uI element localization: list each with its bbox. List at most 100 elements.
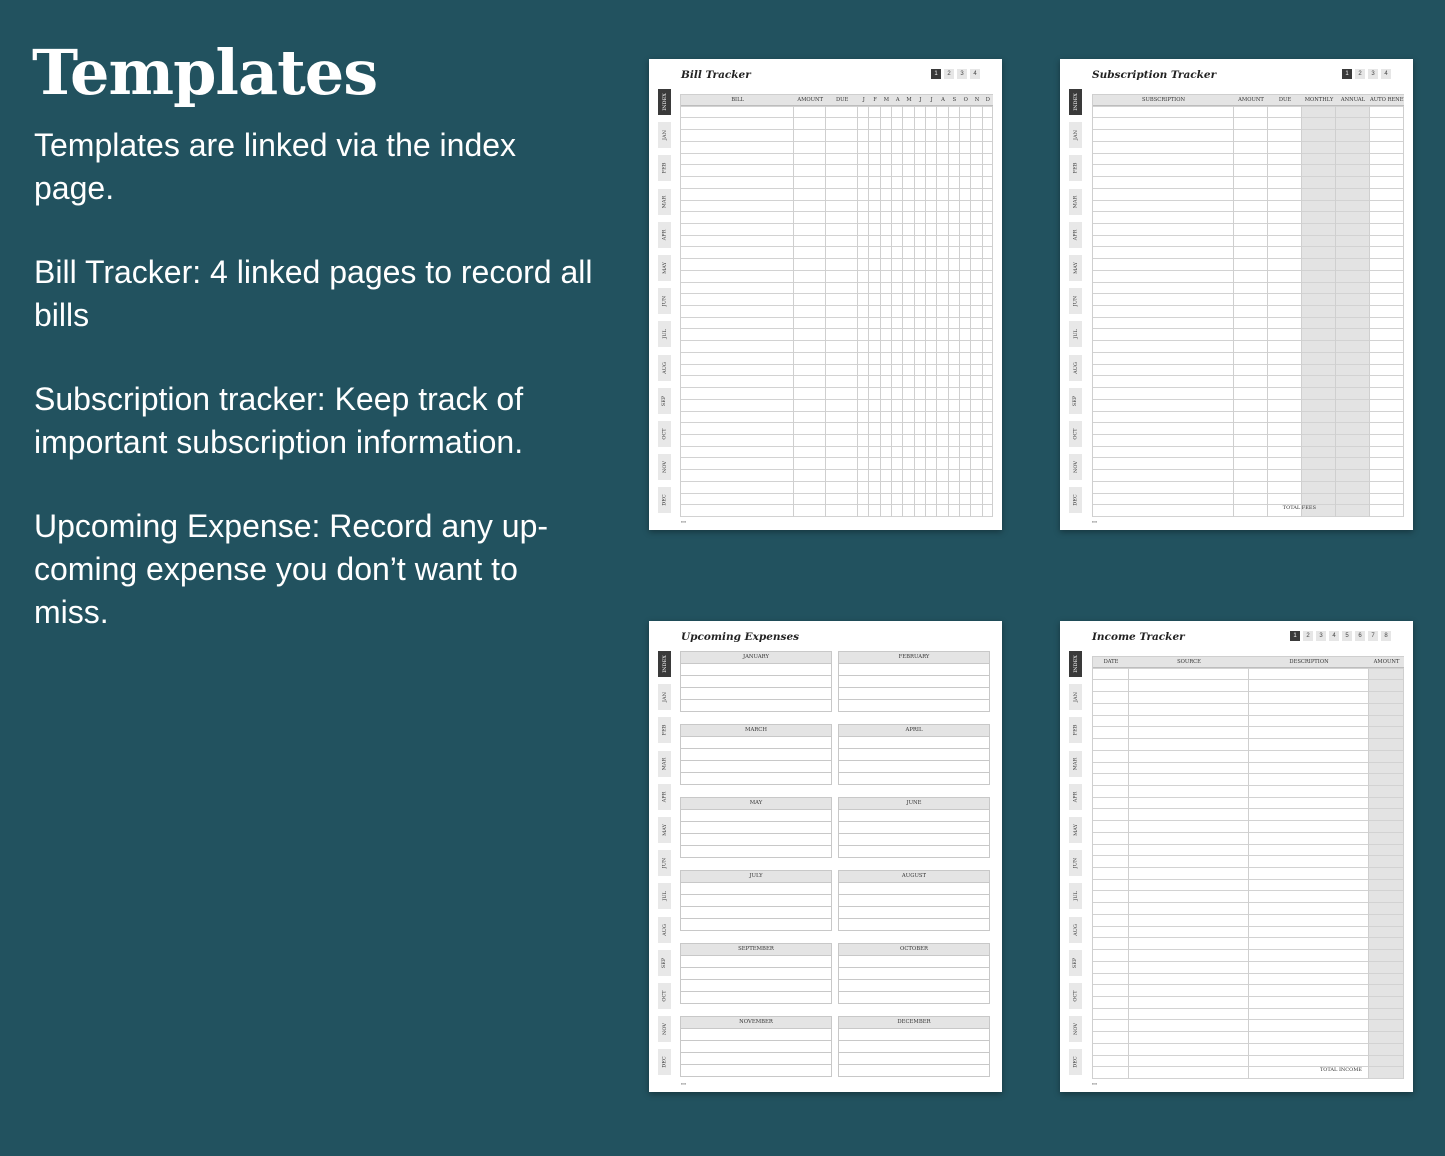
tab-may[interactable]: MAY xyxy=(658,255,671,281)
tab-aug[interactable]: AUG xyxy=(1069,916,1082,943)
tab-jun[interactable]: JUN xyxy=(1069,288,1082,315)
expense-line[interactable] xyxy=(680,822,832,834)
expense-line[interactable] xyxy=(680,737,832,749)
page-number-1[interactable]: 1 xyxy=(1342,69,1352,79)
expense-line[interactable] xyxy=(838,956,990,968)
expense-line[interactable] xyxy=(680,907,832,919)
expense-line[interactable] xyxy=(680,895,832,907)
page-number-2[interactable]: 2 xyxy=(1355,69,1365,79)
expense-line[interactable] xyxy=(680,1029,832,1041)
tab-may[interactable]: MAY xyxy=(1069,817,1082,843)
tab-nov[interactable]: NOV xyxy=(1069,454,1082,481)
tab-index[interactable]: INDEX xyxy=(658,651,671,677)
tab-nov[interactable]: NOV xyxy=(1069,1016,1082,1043)
tab-sep[interactable]: SEP xyxy=(1069,387,1082,414)
expense-line[interactable] xyxy=(838,1065,990,1077)
expense-line[interactable] xyxy=(680,834,832,846)
tab-aug[interactable]: AUG xyxy=(1069,354,1082,381)
expense-line[interactable] xyxy=(838,761,990,773)
tab-mar[interactable]: MAR xyxy=(1069,750,1082,777)
page-number-7[interactable]: 7 xyxy=(1368,631,1378,641)
tab-nov[interactable]: NOV xyxy=(658,1016,671,1043)
expense-line[interactable] xyxy=(838,688,990,700)
tab-apr[interactable]: APR xyxy=(658,221,671,248)
expense-line[interactable] xyxy=(838,1053,990,1065)
expense-line[interactable] xyxy=(838,676,990,688)
expense-line[interactable] xyxy=(680,676,832,688)
page-number-1[interactable]: 1 xyxy=(1290,631,1300,641)
tab-mar[interactable]: MAR xyxy=(1069,188,1082,215)
expense-line[interactable] xyxy=(838,992,990,1004)
tab-oct[interactable]: OCT xyxy=(1069,421,1082,447)
expense-line[interactable] xyxy=(680,688,832,700)
tab-jan[interactable]: JAN xyxy=(658,684,671,711)
tab-apr[interactable]: APR xyxy=(1069,221,1082,248)
expense-line[interactable] xyxy=(680,956,832,968)
tab-jan[interactable]: JAN xyxy=(1069,684,1082,711)
tab-mar[interactable]: MAR xyxy=(658,188,671,215)
expense-line[interactable] xyxy=(838,968,990,980)
tab-may[interactable]: MAY xyxy=(658,817,671,843)
tab-mar[interactable]: MAR xyxy=(658,750,671,777)
expense-line[interactable] xyxy=(680,761,832,773)
page-number-3[interactable]: 3 xyxy=(1368,69,1378,79)
tab-index[interactable]: INDEX xyxy=(1069,89,1082,115)
tab-feb[interactable]: FEB xyxy=(1069,155,1082,182)
expense-line[interactable] xyxy=(838,749,990,761)
tab-jun[interactable]: JUN xyxy=(1069,850,1082,877)
page-number-4[interactable]: 4 xyxy=(1329,631,1339,641)
expense-line[interactable] xyxy=(680,1053,832,1065)
expense-line[interactable] xyxy=(838,700,990,712)
tab-jun[interactable]: JUN xyxy=(658,850,671,877)
expense-line[interactable] xyxy=(838,895,990,907)
tab-jun[interactable]: JUN xyxy=(658,288,671,315)
tab-apr[interactable]: APR xyxy=(658,783,671,810)
page-number-8[interactable]: 8 xyxy=(1381,631,1391,641)
tab-aug[interactable]: AUG xyxy=(658,916,671,943)
expense-line[interactable] xyxy=(838,907,990,919)
tab-index[interactable]: INDEX xyxy=(658,89,671,115)
tab-nov[interactable]: NOV xyxy=(658,454,671,481)
tab-oct[interactable]: OCT xyxy=(658,983,671,1009)
expense-line[interactable] xyxy=(838,1029,990,1041)
expense-line[interactable] xyxy=(680,664,832,676)
expense-line[interactable] xyxy=(838,919,990,931)
tab-jul[interactable]: JUL xyxy=(658,883,671,910)
page-number-3[interactable]: 3 xyxy=(1316,631,1326,641)
expense-line[interactable] xyxy=(680,846,832,858)
expense-line[interactable] xyxy=(680,1041,832,1053)
page-number-6[interactable]: 6 xyxy=(1355,631,1365,641)
tab-jan[interactable]: JAN xyxy=(1069,122,1082,149)
tab-may[interactable]: MAY xyxy=(1069,255,1082,281)
tab-dec[interactable]: DEC xyxy=(1069,487,1082,514)
expense-line[interactable] xyxy=(838,737,990,749)
tab-dec[interactable]: DEC xyxy=(658,487,671,514)
tab-jan[interactable]: JAN xyxy=(658,122,671,149)
expense-line[interactable] xyxy=(838,883,990,895)
tab-jul[interactable]: JUL xyxy=(658,321,671,348)
tab-apr[interactable]: APR xyxy=(1069,783,1082,810)
tab-feb[interactable]: FEB xyxy=(1069,717,1082,744)
page-number-4[interactable]: 4 xyxy=(970,69,980,79)
tab-sep[interactable]: SEP xyxy=(658,387,671,414)
page-number-3[interactable]: 3 xyxy=(957,69,967,79)
tab-oct[interactable]: OCT xyxy=(1069,983,1082,1009)
expense-line[interactable] xyxy=(680,968,832,980)
tab-aug[interactable]: AUG xyxy=(658,354,671,381)
page-number-1[interactable]: 1 xyxy=(931,69,941,79)
tab-sep[interactable]: SEP xyxy=(1069,949,1082,976)
expense-line[interactable] xyxy=(680,810,832,822)
expense-line[interactable] xyxy=(838,664,990,676)
expense-line[interactable] xyxy=(838,846,990,858)
expense-line[interactable] xyxy=(680,919,832,931)
expense-line[interactable] xyxy=(680,1065,832,1077)
tab-jul[interactable]: JUL xyxy=(1069,883,1082,910)
tab-sep[interactable]: SEP xyxy=(658,949,671,976)
page-number-2[interactable]: 2 xyxy=(1303,631,1313,641)
page-number-2[interactable]: 2 xyxy=(944,69,954,79)
tab-dec[interactable]: DEC xyxy=(1069,1049,1082,1076)
expense-line[interactable] xyxy=(680,883,832,895)
tab-oct[interactable]: OCT xyxy=(658,421,671,447)
expense-line[interactable] xyxy=(838,773,990,785)
expense-line[interactable] xyxy=(680,773,832,785)
